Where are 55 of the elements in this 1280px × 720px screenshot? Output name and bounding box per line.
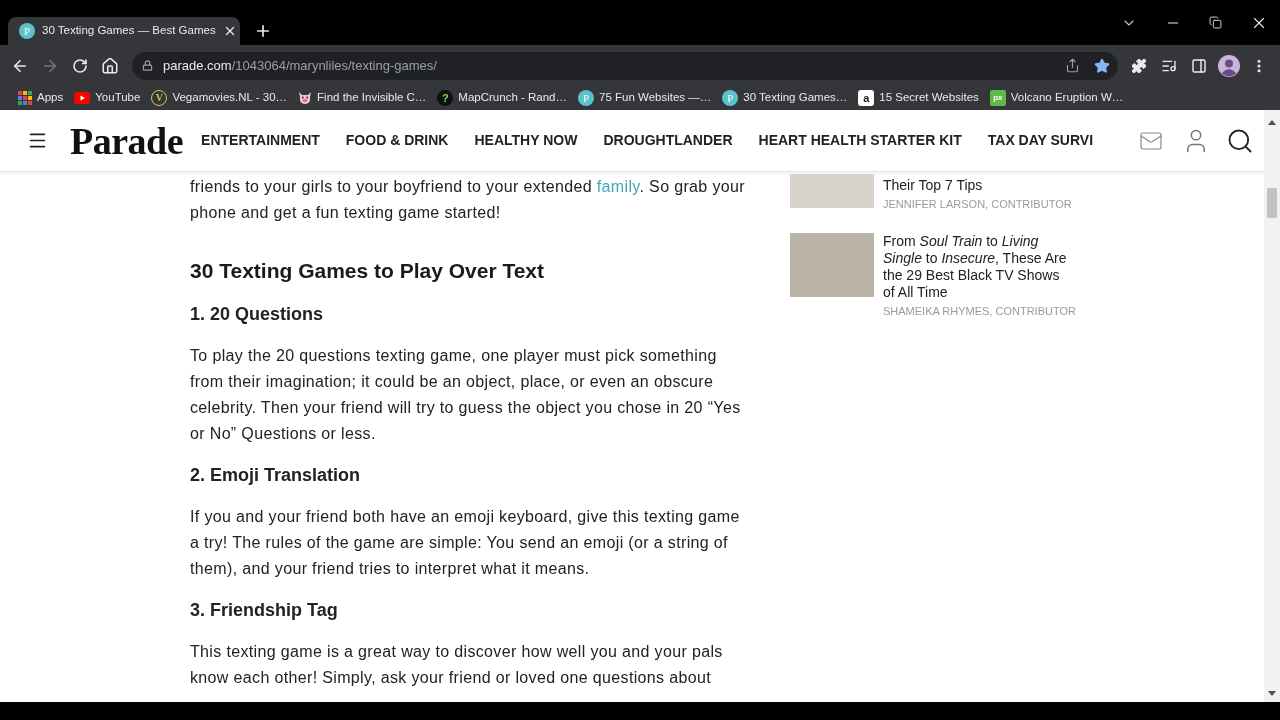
site-logo[interactable]: Parade [70,121,184,160]
nav-link[interactable]: FOOD & DRINK [345,130,449,151]
article-paragraph: To play the 20 questions texting game, one player must pick something from their imagination; it could be an object, place, or even an obscure celebrity. Then your friend will try to guess the object you chose in 20 “Yes or No” Questions or less. [190,346,742,444]
game-heading: 2. Emoji Translation [190,464,362,487]
scrollbar[interactable] [1264,110,1280,702]
site-favicon: P [578,90,594,106]
article-paragraph: This texting game is a great way to discover how well you and your pals know each other! Simply, ask your friend or loved one questions about [190,642,724,688]
bookmark-item[interactable]: P 75 Fun Websites —… [574,87,716,109]
home-icon[interactable] [101,56,119,75]
bookmark-item[interactable]: a 15 Secret Websites [854,87,983,109]
site-favicon: px [989,90,1006,106]
article-paragraph: friends to your girls to your boyfriend to your extended family. So grab your phone and get a fun texting game started! [190,177,746,223]
url-text: parade.com/1043064/marynliles/texting-games/ [163,56,437,75]
bookmark-item[interactable]: Find the Invisible C… [294,87,431,109]
nav-link[interactable]: HEALTHY NOW [474,130,578,151]
play-logo-icon [74,92,91,104]
scroll-down-icon[interactable] [1268,691,1276,696]
story-byline: JENNIFER LARSON, CONTRIBUTOR [883,197,1073,211]
new-tab-icon[interactable] [254,22,272,40]
bookmark-item[interactable]: px Volcano Eruption W… [985,87,1128,109]
site-favicon: P [722,90,739,106]
story-title[interactable]: From Soul Train to Living Single to Insecure, These Are the 29 Best Black TV Shows of All Time [883,233,1073,301]
story-byline: SHAMEIKA RHYMES, CONTRIBUTOR [883,304,1076,318]
lock-icon [142,60,153,71]
apps-grid-icon [18,91,32,105]
game-heading: 3. Friendship Tag [190,599,339,622]
profile-avatar-icon[interactable] [1218,54,1240,77]
bookmark-star-icon[interactable] [1094,57,1110,74]
site-favicon: P [19,23,35,39]
tab-title: 30 Texting Games — Best Games [42,23,216,39]
site-favicon: ? [437,90,454,106]
game-heading: 1. 20 Questions [190,303,325,326]
bookmark-item[interactable]: Apps [14,87,68,109]
article-paragraph: If you and your friend both have an emoji keyboard, give this texting game a try! The rules of the game are simple: You send an emoji (or a string of them), and your friend tries to interpret what it means. [190,507,741,579]
bookmark-item[interactable]: V Vegamovies.NL - 30… [147,87,292,109]
nav-link[interactable]: HEART HEALTH STARTER KIT [758,130,962,151]
bookmark-item[interactable]: P 30 Texting Games… [718,87,852,109]
address-bar[interactable]: parade.com/1043064/marynliles/texting-games/ [132,51,1118,80]
scroll-up-icon[interactable] [1268,120,1276,125]
site-favicon: a [858,90,875,106]
nav-link[interactable]: DROUGHTLANDER [603,130,733,151]
bookmark-item[interactable]: ? MapCrunch - Rand… [433,87,571,109]
story-title[interactable]: Their Top 7 Tips [883,177,1073,194]
nav-link[interactable]: ENTERTAINMENT [201,130,320,151]
reload-icon[interactable] [72,57,88,74]
restore-icon[interactable] [1209,16,1222,29]
scrollbar-thumb[interactable] [1267,188,1277,218]
side-panel-icon[interactable] [1191,57,1207,74]
browser-tab[interactable]: P 30 Texting Games — Best Games [8,17,240,45]
puzzle-piece-icon[interactable] [1131,57,1147,74]
nav-link[interactable]: TAX DAY SURVI [987,130,1094,151]
section-heading: 30 Texting Games to Play Over Text [190,258,546,284]
bookmark-item[interactable]: YouTube [70,87,145,109]
share-icon[interactable] [1065,58,1080,73]
pig-face-icon [298,91,313,105]
